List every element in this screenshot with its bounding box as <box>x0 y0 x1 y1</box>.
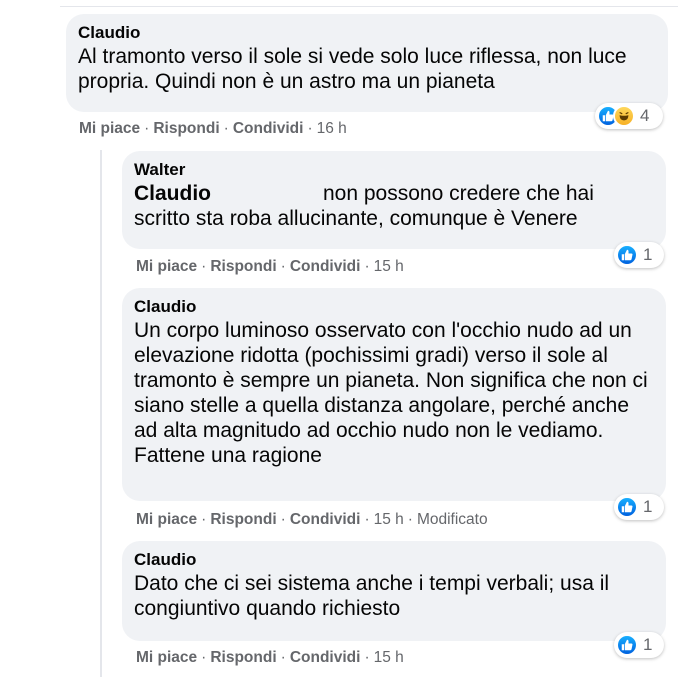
separator: · <box>364 649 370 666</box>
like-icon <box>616 244 638 266</box>
separator: · <box>201 649 207 666</box>
like-button[interactable]: Mi piace <box>79 120 140 137</box>
comment-author[interactable]: Claudio <box>134 296 654 318</box>
comment-bubble: Claudio Un corpo luminoso osservato con … <box>122 288 666 501</box>
timestamp[interactable]: 15 h <box>374 649 404 666</box>
separator: · <box>201 511 207 528</box>
mention-link[interactable]: Claudio <box>134 182 211 205</box>
comment-actions: Mi piace · Rispondi · Condividi · 15 h <box>136 648 404 668</box>
like-button[interactable]: Mi piace <box>136 258 197 275</box>
separator: · <box>223 120 229 137</box>
separator: · <box>364 511 370 528</box>
comment-text: Dato che ci sei sistema anche i tempi ve… <box>134 572 610 620</box>
edited-label: Modificato <box>416 511 488 528</box>
timestamp[interactable]: 15 h <box>374 511 404 528</box>
top-divider <box>60 6 678 7</box>
comment-bubble: Claudio Al tramonto verso il sole si ved… <box>66 14 668 112</box>
reaction-count: 4 <box>640 106 650 125</box>
reaction-count: 1 <box>643 245 653 264</box>
comment-author[interactable]: Walter <box>134 159 654 181</box>
reaction-summary[interactable]: 1 <box>614 242 664 268</box>
comment-text: Al tramonto verso il sole si vede solo l… <box>78 45 627 93</box>
reply-button[interactable]: Rispondi <box>153 120 219 137</box>
reply-button[interactable]: Rispondi <box>210 649 276 666</box>
comment-text: Claudio non possono credere che hai scri… <box>134 181 644 231</box>
like-button[interactable]: Mi piace <box>136 511 197 528</box>
like-icon <box>616 634 638 656</box>
separator: · <box>307 120 313 137</box>
share-button[interactable]: Condividi <box>290 649 361 666</box>
comment-author[interactable]: Claudio <box>78 22 656 44</box>
separator: · <box>201 258 207 275</box>
comment-bubble: Claudio Dato che ci sei sistema anche i … <box>122 541 666 641</box>
reaction-count: 1 <box>643 635 653 654</box>
reaction-count: 1 <box>643 497 653 516</box>
comment-bubble: Walter Claudio non possono credere che h… <box>122 151 666 249</box>
comment-actions: Mi piace · Rispondi · Condividi · 15 h <box>136 257 404 277</box>
separator: · <box>280 258 286 275</box>
reply-button[interactable]: Rispondi <box>210 258 276 275</box>
haha-icon <box>613 105 635 127</box>
like-button[interactable]: Mi piace <box>136 649 197 666</box>
share-button[interactable]: Condividi <box>290 511 361 528</box>
separator: · <box>364 258 370 275</box>
timestamp[interactable]: 15 h <box>374 258 404 275</box>
redacted-area <box>211 181 323 206</box>
reaction-summary[interactable]: 1 <box>614 632 664 658</box>
comment-actions: Mi piace · Rispondi · Condividi · 15 h · Modific… <box>136 510 488 530</box>
like-icon <box>616 496 638 518</box>
separator: · <box>280 649 286 666</box>
comment-text: Un corpo luminoso osservato con l'occhio… <box>134 319 648 467</box>
separator: · <box>280 511 286 528</box>
thread-line <box>100 150 102 677</box>
reaction-summary[interactable]: 4 <box>595 103 663 129</box>
separator: · <box>407 511 413 528</box>
share-button[interactable]: Condividi <box>233 120 304 137</box>
comment-actions: Mi piace · Rispondi · Condividi · 16 h <box>79 119 347 139</box>
reaction-summary[interactable]: 1 <box>614 494 664 520</box>
share-button[interactable]: Condividi <box>290 258 361 275</box>
timestamp[interactable]: 16 h <box>317 120 347 137</box>
reply-button[interactable]: Rispondi <box>210 511 276 528</box>
separator: · <box>144 120 150 137</box>
comment-author[interactable]: Claudio <box>134 549 654 571</box>
